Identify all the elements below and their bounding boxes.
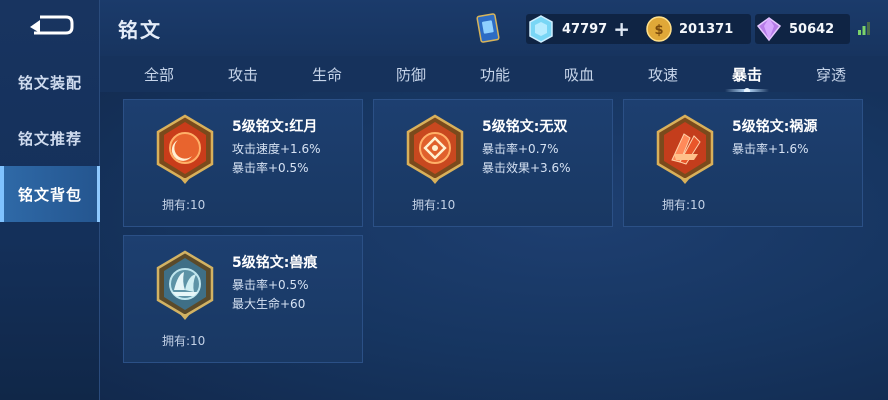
rune-stat: 暴击率+0.7% — [482, 142, 559, 156]
gem-count: 50642 — [789, 21, 835, 37]
sidebar-item-label: 铭文推荐 — [17, 129, 82, 148]
tab-attack-speed[interactable]: 攻速 — [623, 56, 703, 92]
add-diamond-button[interactable]: + — [613, 19, 630, 39]
rune-grid: 5级铭文:红月 攻击速度+1.6% 暴击率+0.5% 拥有:10 5级铭文:无双… — [100, 92, 888, 400]
tab-label: 暴击 — [731, 65, 762, 84]
owned-count: 拥有:10 — [412, 198, 456, 212]
tab-label: 攻击 — [227, 65, 258, 84]
category-tabs: 全部 攻击 生命 防御 功能 吸血 攻速 暴击 穿透 — [100, 56, 888, 94]
tab-defense[interactable]: 防御 — [371, 56, 451, 92]
tab-health[interactable]: 生命 — [287, 56, 367, 92]
gold-coin-icon: $ — [646, 16, 672, 42]
owned-count: 拥有:10 — [662, 198, 706, 212]
tab-label: 全部 — [143, 65, 174, 84]
rune-card[interactable]: 5级铭文:红月 攻击速度+1.6% 暴击率+0.5% 拥有:10 — [123, 99, 363, 227]
tab-label: 功能 — [479, 65, 510, 84]
tab-critical[interactable]: 暴击 — [707, 56, 787, 94]
page-title: 铭文 — [118, 18, 162, 42]
back-arrow-icon — [30, 15, 74, 35]
tab-all[interactable]: 全部 — [119, 56, 199, 92]
tab-penetration[interactable]: 穿透 — [791, 56, 871, 92]
rune-name: 5级铭文:无双 — [482, 119, 568, 135]
tab-attack[interactable]: 攻击 — [203, 56, 283, 92]
rune-card[interactable]: 5级铭文:兽痕 暴击率+0.5% 最大生命+60 拥有:10 — [123, 235, 363, 363]
sidebar-item-rune-recommend[interactable]: 铭文推荐 — [0, 110, 100, 166]
sidebar-item-rune-equip[interactable]: 铭文装配 — [0, 54, 100, 110]
svg-text:$: $ — [654, 23, 663, 38]
tab-label: 防御 — [395, 65, 426, 84]
owned-count: 拥有:10 — [162, 198, 206, 212]
sidebar-item-label: 铭文装配 — [17, 73, 82, 92]
gem-currency: 50642 — [755, 14, 850, 44]
diamond-currency: 47797 + — [526, 14, 656, 44]
rune-name: 5级铭文:红月 — [232, 119, 318, 135]
signal-icon — [858, 22, 870, 35]
rune-stat: 攻击速度+1.6% — [232, 142, 321, 156]
tab-label: 生命 — [311, 65, 342, 84]
gold-count: 201371 — [679, 21, 734, 37]
calamity-rune-icon — [656, 114, 714, 184]
unrivaled-rune-icon — [406, 114, 464, 184]
rune-stat: 最大生命+60 — [232, 297, 306, 311]
red-moon-rune-icon — [156, 114, 214, 184]
rune-card-icon[interactable] — [472, 13, 504, 43]
rune-stat: 暴击率+0.5% — [232, 161, 309, 175]
back-button[interactable] — [20, 8, 80, 44]
rune-card[interactable]: 5级铭文:无双 暴击率+0.7% 暴击效果+3.6% 拥有:10 — [373, 99, 613, 227]
tab-lifesteal[interactable]: 吸血 — [539, 56, 619, 92]
rune-name: 5级铭文:兽痕 — [232, 255, 318, 271]
gold-currency: $ 201371 — [645, 14, 751, 44]
tab-label: 吸血 — [563, 65, 594, 84]
rune-stat: 暴击率+1.6% — [732, 142, 809, 156]
rune-stat: 暴击率+0.5% — [232, 278, 309, 292]
tab-label: 攻速 — [647, 65, 678, 84]
purple-gem-icon — [756, 17, 782, 42]
rune-stat: 暴击效果+3.6% — [482, 161, 571, 175]
diamond-count: 47797 — [562, 21, 608, 37]
beast-mark-rune-icon — [156, 250, 214, 320]
rune-card[interactable]: 5级铭文:祸源 暴击率+1.6% 拥有:10 — [623, 99, 863, 227]
sidebar: 铭文装配 铭文推荐 铭文背包 — [0, 0, 100, 400]
owned-count: 拥有:10 — [162, 334, 206, 348]
sidebar-item-label: 铭文背包 — [17, 185, 82, 204]
diamond-icon — [529, 15, 553, 43]
tab-label: 穿透 — [815, 65, 846, 84]
top-bar: 铭文 47797 + $ 201371 50642 — [100, 0, 888, 56]
tab-function[interactable]: 功能 — [455, 56, 535, 92]
sidebar-item-rune-bag[interactable]: 铭文背包 — [0, 166, 100, 222]
rune-name: 5级铭文:祸源 — [732, 119, 818, 135]
